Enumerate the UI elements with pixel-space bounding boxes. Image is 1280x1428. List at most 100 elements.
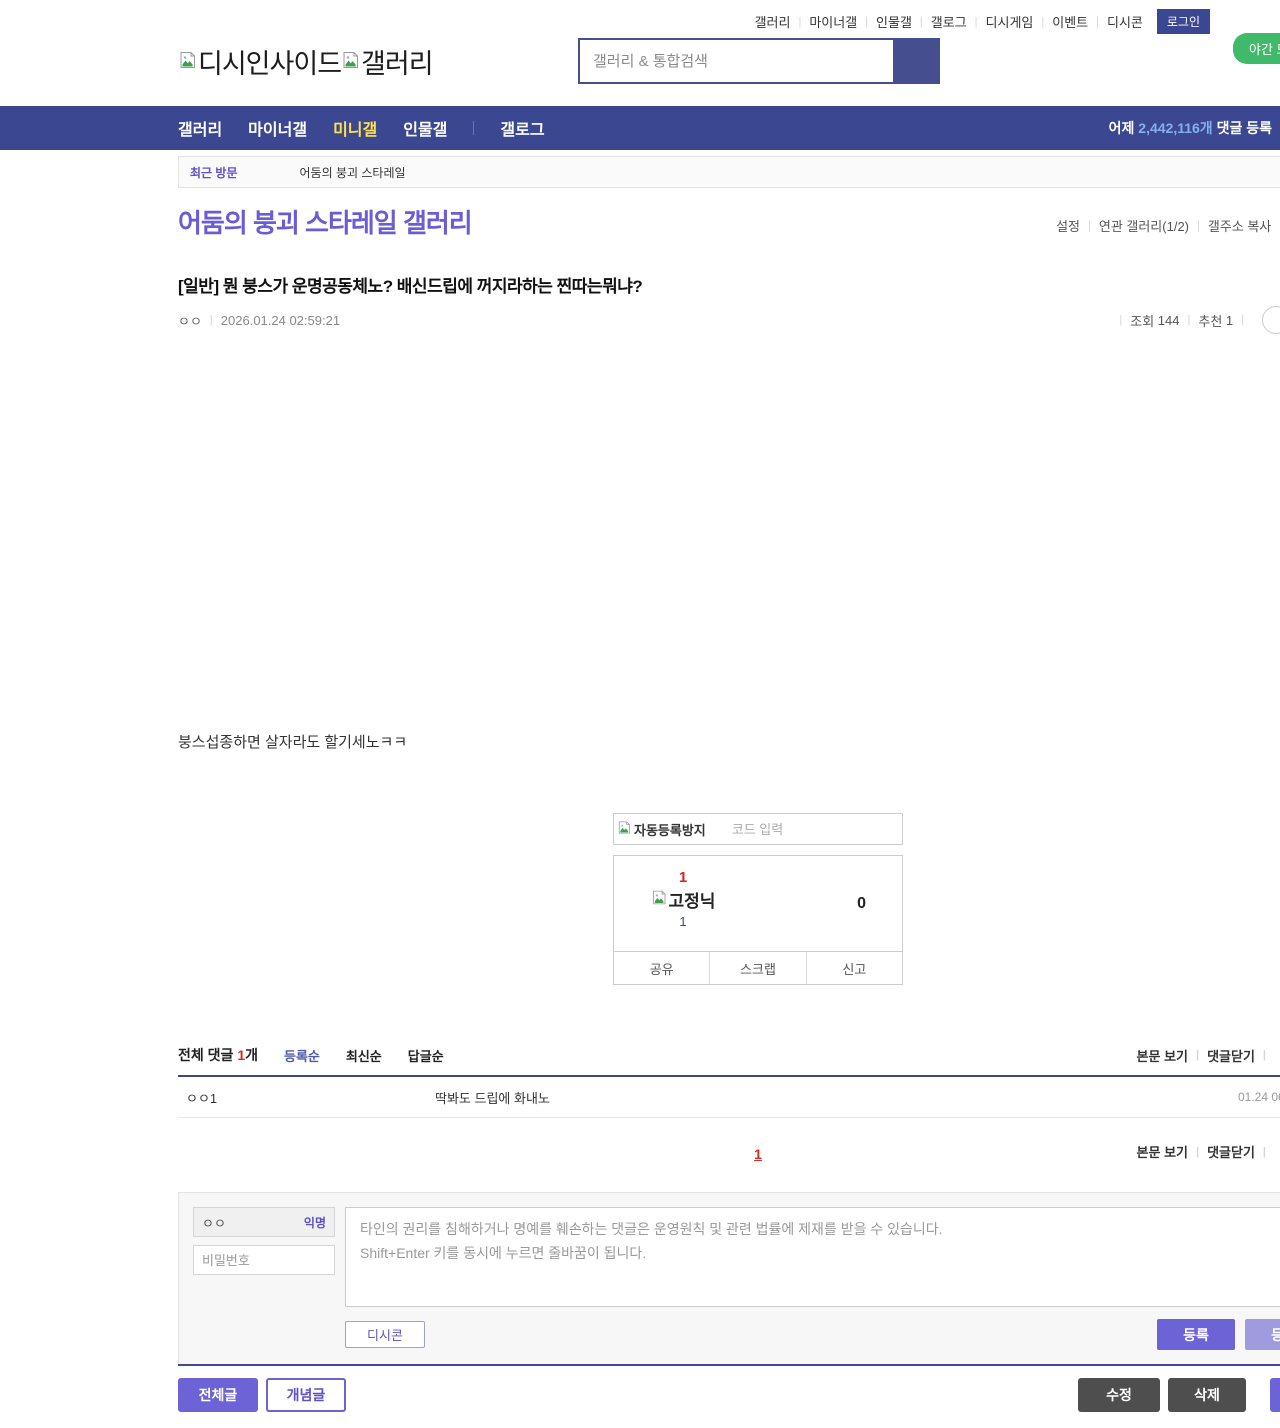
broken-image-icon [651, 889, 668, 911]
comments-toolbar-bottom: 본문 보기 | 댓글닫기 | [1137, 1142, 1280, 1161]
comment-author[interactable]: ㅇㅇ1 [178, 1088, 435, 1107]
breadcrumb-current-gallery[interactable]: 어둠의 붕괴 스타레일 [300, 164, 406, 181]
comment-text: 딱봐도 드립에 화내노 [435, 1090, 550, 1106]
captcha-code-input[interactable] [705, 821, 902, 837]
stats-prefix: 어제 [1108, 120, 1135, 136]
sort-reply-tab[interactable]: 답글순 [408, 1046, 444, 1065]
divider: | [1041, 15, 1045, 28]
report-button[interactable]: 신고 [805, 952, 902, 984]
post-body-text: 붕스섭종하면 살자라도 할기세노ㅋㅋ [178, 734, 408, 751]
gallery-links: 설정| 연관 갤러리(1/2)| 갤주소 복사| 이용안내 [1056, 216, 1280, 240]
comments-header: 전체 댓글 1개 등록순 최신순 답글순 본문 보기 | 댓글닫기 | [178, 1045, 1280, 1077]
recommend-count: 1 [1225, 312, 1234, 328]
footer-buttons: 전체글 개념글 수정 삭제 글쓰기 [178, 1378, 1280, 1412]
upvote-count: 1 [678, 869, 688, 886]
nickname-value: ㅇㅇ [202, 1215, 226, 1231]
comments-toolbar: 본문 보기 | 댓글닫기 | [1137, 1046, 1280, 1065]
captcha-alt-text: 자동등록방지 [634, 822, 706, 838]
page: 갤러리 | 마이너갤 | 인물갤 | 갤로그 | 디시게임 | 이벤트 | 디시콘 로그인 … [0, 0, 1280, 1428]
concept-posts-button[interactable]: 개념글 [266, 1378, 346, 1412]
main-navbar: 갤러리 마이너갤 미니갤 인물갤 갤로그 어제 2,442,116개 댓글 등록 [0, 106, 1280, 150]
write-button[interactable]: 글쓰기 [1270, 1378, 1280, 1412]
comment-time: 01.24 06 [1238, 1090, 1280, 1104]
site-logo[interactable]: 디시인사이드 갤러리 [178, 42, 434, 81]
edit-button[interactable]: 수정 [1078, 1378, 1160, 1412]
comment-submit-secondary-button[interactable]: 등록 [1245, 1319, 1280, 1350]
views-count: 144 [1157, 312, 1180, 328]
share-button[interactable]: 공유 [614, 952, 709, 984]
copy-gallery-url-link[interactable]: 갤주소 복사 [1208, 216, 1271, 235]
captcha-row: 자동등록방지 [613, 813, 903, 845]
related-gallery-link[interactable]: 연관 갤러리(1/2) [1099, 216, 1189, 235]
breadcrumb: 최근 방문 어둠의 붕괴 스타레일 [178, 156, 1280, 188]
nav-item-gallery[interactable]: 갤러리 [178, 116, 222, 140]
nav-item-gallog[interactable]: 갤로그 [500, 116, 544, 140]
comment-bubble-icon[interactable] [1262, 306, 1280, 334]
search-box [578, 38, 940, 84]
post-action-row: 공유 스크랩 신고 [613, 952, 903, 985]
page-number-1[interactable]: 1 [754, 1146, 762, 1162]
password-field[interactable] [193, 1245, 335, 1275]
comments-total-suffix: 개 [245, 1047, 258, 1063]
divider: | [1196, 1049, 1200, 1061]
broken-image-icon [617, 820, 632, 838]
comment-row: ㅇㅇ1 딱봐도 드립에 화내노 01.24 06 [178, 1077, 1280, 1118]
view-post-button[interactable]: 본문 보기 [1137, 1046, 1188, 1065]
divider: | [798, 15, 802, 28]
dccon-button[interactable]: 디시콘 [345, 1321, 425, 1348]
divider: | [1088, 219, 1091, 232]
nav-item-mini-gallery[interactable]: 미니갤 [333, 116, 377, 140]
divider: | [1119, 314, 1123, 326]
close-comments-button[interactable]: 댓글닫기 [1207, 1046, 1255, 1065]
broken-image-icon [341, 46, 361, 77]
comment-textarea[interactable] [345, 1207, 1280, 1307]
downvote-count: 0 [857, 894, 866, 912]
stats-count: 2,442,116개 [1138, 120, 1213, 136]
divider: | [1096, 15, 1099, 28]
post-image-area [178, 334, 1280, 733]
all-posts-button[interactable]: 전체글 [178, 1378, 258, 1412]
fixed-nick-label: 고정닉 [668, 892, 716, 911]
gallery-title[interactable]: 어둠의 붕괴 스타레일 갤러리 [178, 206, 473, 240]
divider: | [1241, 314, 1244, 326]
post-author[interactable]: ㅇㅇ [178, 311, 202, 330]
nav-item-person-gallery[interactable]: 인물갤 [403, 116, 447, 140]
nickname-field[interactable]: ㅇㅇ 익명 [193, 1207, 335, 1237]
post-title-text: 뭔 붕스가 운명공동체노? 배신드립에 꺼지라하는 찐따는뭐냐? [222, 277, 643, 296]
comment-stats: 어제 2,442,116개 댓글 등록 [1109, 118, 1280, 138]
recent-visit-label[interactable]: 최근 방문 [190, 164, 238, 181]
search-button[interactable] [893, 40, 938, 82]
divider: | [1187, 314, 1191, 326]
section-divider [178, 1364, 1280, 1366]
scrap-button[interactable]: 스크랩 [709, 952, 805, 984]
nav-item-minor-gallery[interactable]: 마이너갤 [248, 116, 307, 140]
comments-total-count: 1 [237, 1047, 246, 1063]
divider: | [1197, 219, 1200, 232]
post-meta: ㅇㅇ | 2026.01.24 02:59:21 | 조회 144 | 추천 1… [178, 306, 1280, 334]
close-comments-button[interactable]: 댓글닫기 [1207, 1142, 1255, 1161]
divider: | [1196, 1145, 1200, 1158]
recommend-label: 추천 [1198, 313, 1223, 329]
stats-suffix: 댓글 등록 [1216, 120, 1272, 136]
sort-registered-tab[interactable]: 등록순 [284, 1046, 320, 1065]
comment-submit-button[interactable]: 등록 [1157, 1319, 1235, 1350]
anonymous-label: 익명 [303, 1215, 326, 1230]
divider: | [919, 15, 923, 28]
divider: | [974, 15, 978, 28]
site-header: 디시인사이드 갤러리 [178, 29, 1280, 103]
view-post-button[interactable]: 본문 보기 [1137, 1142, 1188, 1161]
sort-newest-tab[interactable]: 최신순 [346, 1046, 382, 1065]
delete-button[interactable]: 삭제 [1168, 1378, 1246, 1412]
search-input[interactable] [580, 40, 893, 82]
downvote-area[interactable]: 0 [857, 856, 866, 951]
vote-box: 1 고정닉 1 0 [613, 855, 903, 952]
divider: | [1262, 1145, 1266, 1158]
views-label: 조회 [1130, 313, 1155, 329]
upvote-area[interactable]: 1 고정닉 1 [628, 869, 738, 929]
fixed-nick-count: 1 [679, 914, 687, 929]
comments-total-label: 전체 댓글 [178, 1047, 234, 1063]
captcha-label: 자동등록방지 [614, 820, 706, 839]
gallery-settings-link[interactable]: 설정 [1056, 216, 1080, 235]
broken-image-icon [178, 46, 198, 77]
divider: | [209, 314, 213, 326]
